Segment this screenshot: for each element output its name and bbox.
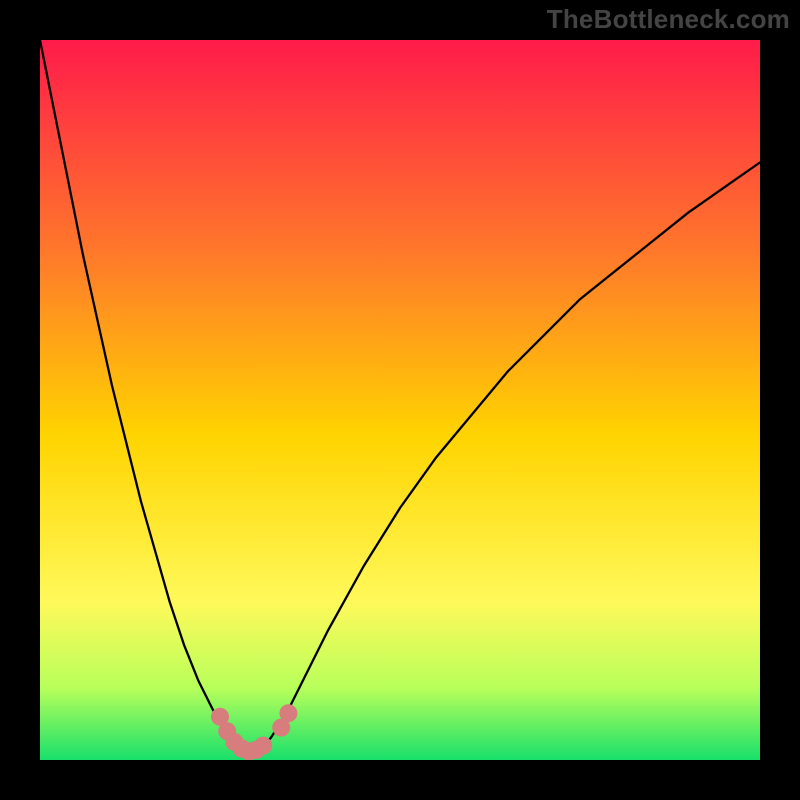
watermark-label: TheBottleneck.com — [547, 4, 790, 35]
gradient-background — [40, 40, 760, 760]
chart-container: TheBottleneck.com — [0, 0, 800, 800]
chart-svg — [40, 40, 760, 760]
plot-area — [40, 40, 760, 760]
curve-marker — [279, 704, 297, 722]
curve-marker — [254, 737, 272, 755]
